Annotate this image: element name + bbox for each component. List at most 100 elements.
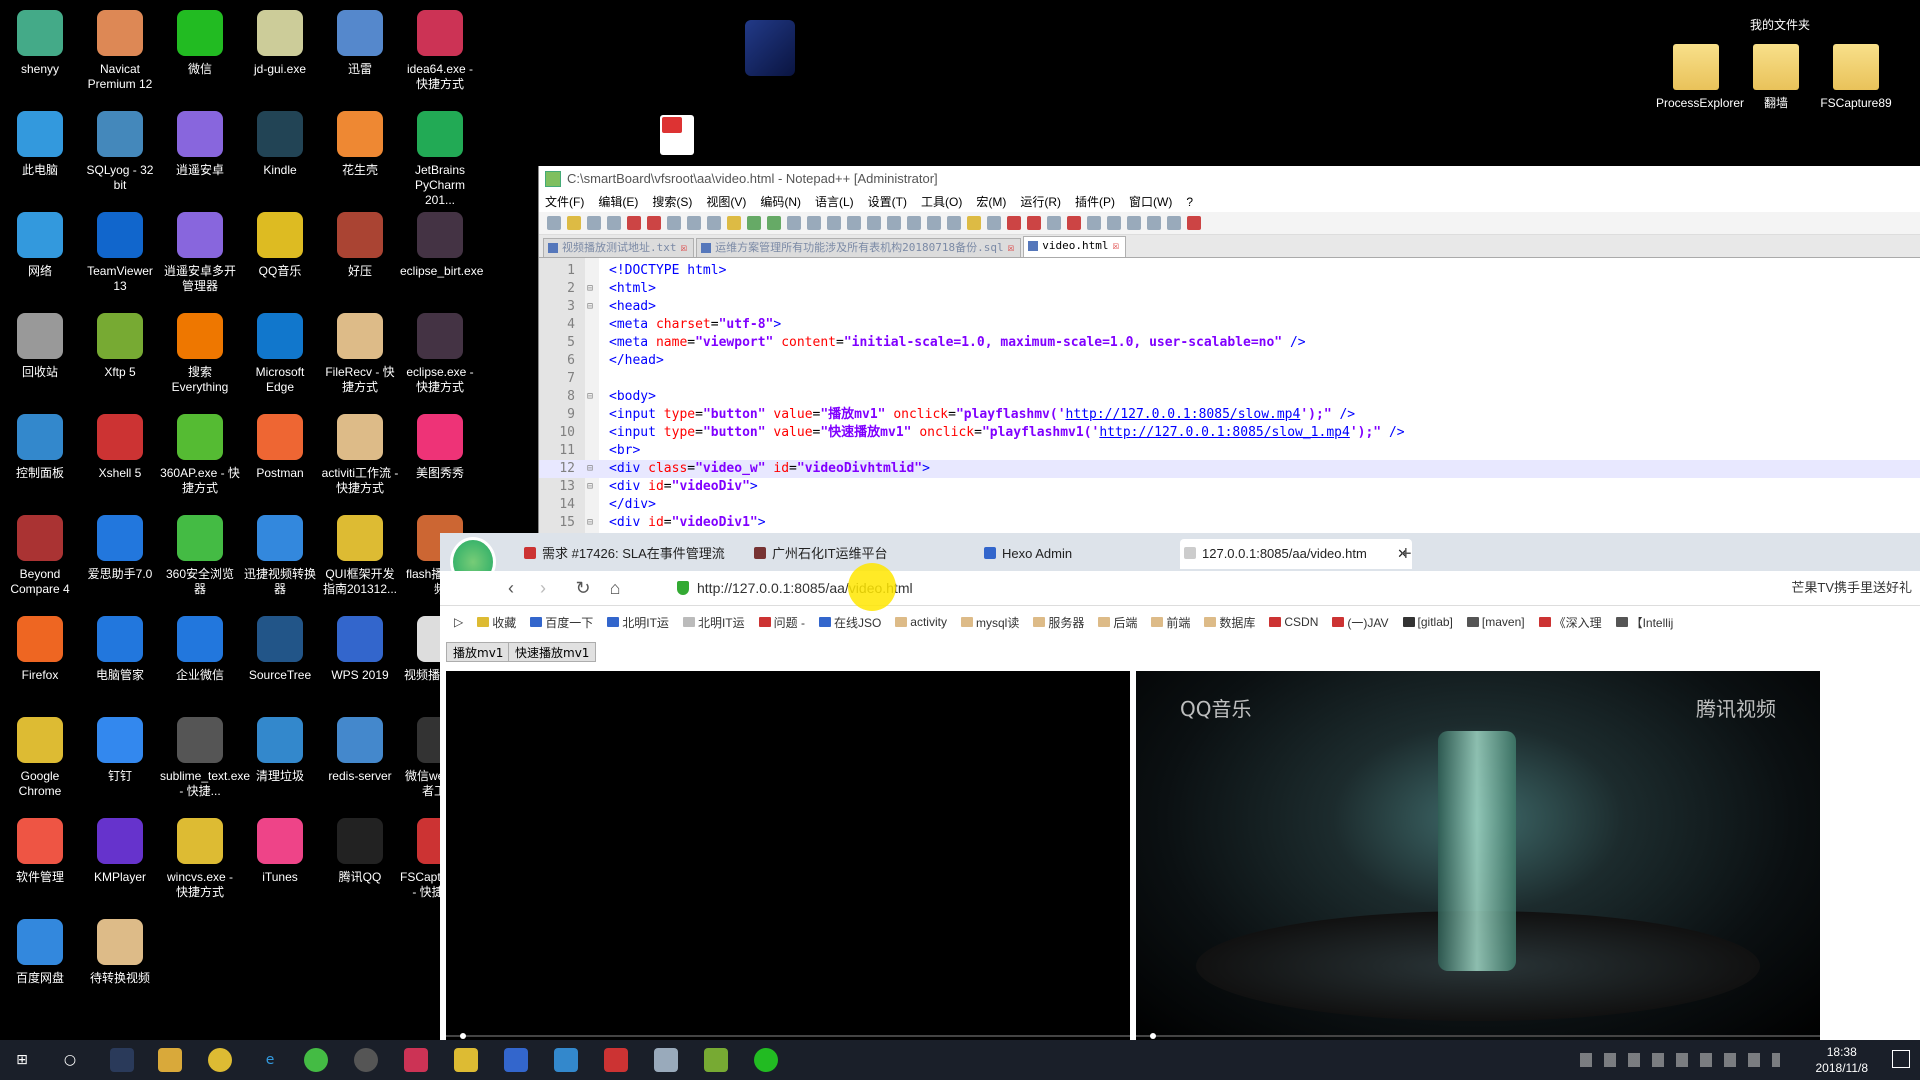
menu-item[interactable]: 视图(V) xyxy=(706,195,746,209)
desktop-icon[interactable]: 软件管理 xyxy=(0,818,80,885)
desktop-icon[interactable]: 爱思助手7.0 xyxy=(80,515,160,582)
reload-icon[interactable]: ↻ xyxy=(572,577,594,599)
desktop-icon[interactable]: 网络 xyxy=(0,212,80,279)
360-browser-icon[interactable] xyxy=(304,1048,328,1072)
desktop-icon[interactable]: 花生壳 xyxy=(320,111,400,178)
fold-toggle-icon[interactable]: ⊟ xyxy=(587,388,593,406)
sync-h-icon[interactable] xyxy=(887,216,901,230)
nav-promo-text[interactable]: 芒果TV携手里送好礼 xyxy=(1791,577,1912,599)
bookmark-item[interactable]: 百度一下 xyxy=(530,614,593,631)
notepadpp-icon[interactable] xyxy=(704,1048,728,1072)
video-progress-bar[interactable] xyxy=(446,1035,1130,1037)
menu-item[interactable]: 编辑(E) xyxy=(598,195,638,209)
desktop-icon[interactable]: 腾讯QQ xyxy=(320,818,400,885)
desktop-icon[interactable]: wincvs.exe - 快捷方式 xyxy=(160,818,240,900)
forward-icon[interactable]: › xyxy=(532,577,554,599)
code-line[interactable]: 13 ⊟ <div id="videoDiv"> xyxy=(539,478,1920,496)
video-player-left[interactable] xyxy=(446,671,1130,1041)
bookmark-item[interactable]: 前端 xyxy=(1151,614,1190,631)
bookmark-item[interactable]: 收藏 xyxy=(477,614,516,631)
desktop-icon[interactable]: 搜索 Everything xyxy=(160,313,240,395)
desktop-icon[interactable]: activiti工作流 - 快捷方式 xyxy=(320,414,400,496)
menu-item[interactable]: 插件(P) xyxy=(1075,195,1115,209)
udl-icon[interactable] xyxy=(967,216,981,230)
file-explorer-icon[interactable] xyxy=(158,1048,182,1072)
desktop-icon[interactable]: redis-server xyxy=(320,717,400,784)
play-macro-icon[interactable] xyxy=(1107,216,1121,230)
bookmark-item[interactable]: mysql读 xyxy=(960,614,1019,631)
wechat-icon[interactable] xyxy=(754,1048,778,1072)
code-line[interactable]: 10 <input type="button" value="快速播放mv1" o… xyxy=(539,424,1920,442)
desktop-icon[interactable]: 微信 xyxy=(160,10,240,77)
notification-icon[interactable] xyxy=(1892,1050,1910,1068)
save-macro-icon[interactable] xyxy=(1147,216,1161,230)
code-line[interactable]: 9 <input type="button" value="播放mv1" oncl… xyxy=(539,406,1920,424)
bookmark-item[interactable]: 服务器 xyxy=(1033,614,1084,631)
desktop-icon[interactable]: 逍遥安卓多开管理器 xyxy=(160,212,240,294)
stop-macro-icon[interactable] xyxy=(1087,216,1101,230)
open-file-icon[interactable] xyxy=(567,216,581,230)
code-line[interactable]: 15 ⊟ <div id="videoDiv1"> xyxy=(539,514,1920,532)
desktop-icon[interactable]: Kindle xyxy=(240,111,320,178)
folder-workspace-icon[interactable] xyxy=(1027,216,1041,230)
desktop-icon[interactable]: WPS 2019 xyxy=(320,616,400,683)
home-icon[interactable]: ⌂ xyxy=(604,577,626,599)
replace-icon[interactable] xyxy=(807,216,821,230)
notepadpp-titlebar[interactable]: C:\smartBoard\vfsroot\aa\video.html - No… xyxy=(539,166,1920,192)
zoom-in-icon[interactable] xyxy=(827,216,841,230)
code-line[interactable]: 4 <meta charset="utf-8"> xyxy=(539,316,1920,334)
bookmark-item[interactable]: CSDN xyxy=(1269,615,1318,629)
chrome-icon[interactable] xyxy=(208,1048,232,1072)
play-multi-macro-icon[interactable] xyxy=(1127,216,1141,230)
folder-processexplorer[interactable]: ProcessExplorer xyxy=(1656,44,1744,111)
fast-play-mv1-button[interactable]: 快速播放mv1 xyxy=(508,642,597,662)
edge-icon[interactable]: e xyxy=(258,1048,282,1072)
close-tab-icon[interactable]: ☒ xyxy=(1008,241,1015,254)
wrap-icon[interactable] xyxy=(907,216,921,230)
intellij-icon[interactable] xyxy=(404,1048,428,1072)
address-bar[interactable]: http://127.0.0.1:8085/aa/video.html xyxy=(675,577,1697,599)
menu-item[interactable]: 编码(N) xyxy=(760,195,801,209)
bookmark-item[interactable]: 后端 xyxy=(1098,614,1137,631)
menu-item[interactable]: 搜索(S) xyxy=(652,195,692,209)
desktop-icon[interactable]: 美图秀秀 xyxy=(400,414,480,481)
desktop-icon[interactable]: Xftp 5 xyxy=(80,313,160,380)
taskbar-app-icon[interactable] xyxy=(454,1048,478,1072)
desktop-icon[interactable]: KMPlayer xyxy=(80,818,160,885)
fold-toggle-icon[interactable]: ⊟ xyxy=(587,514,593,532)
sync-v-icon[interactable] xyxy=(867,216,881,230)
close-tab-icon[interactable]: ☒ xyxy=(681,241,688,254)
bookmark-item[interactable]: 问题 - xyxy=(758,614,805,631)
desktop-icon[interactable]: FileRecv - 快捷方式 xyxy=(320,313,400,395)
menu-item[interactable]: 运行(R) xyxy=(1020,195,1061,209)
tab-sla-requirement[interactable]: 需求 #17426: SLA在事件管理流 xyxy=(520,539,762,569)
bookmark-item[interactable]: activity xyxy=(895,615,947,629)
code-line[interactable]: 8 ⊟ <body> xyxy=(539,388,1920,406)
close-tab-icon[interactable]: ☒ xyxy=(1112,239,1119,252)
desktop-icon[interactable]: jd-gui.exe xyxy=(240,10,320,77)
code-line[interactable]: 14 </div> xyxy=(539,496,1920,514)
menu-item[interactable]: 设置(T) xyxy=(868,195,907,209)
notepadpp-window[interactable]: C:\smartBoard\vfsroot\aa\video.html - No… xyxy=(538,166,1920,536)
folder-fscapture89[interactable]: FSCapture89 xyxy=(1816,44,1896,111)
fold-toggle-icon[interactable]: ⊟ xyxy=(587,280,593,298)
desktop-icon[interactable]: 清理垃圾 xyxy=(240,717,320,784)
redo-icon[interactable] xyxy=(767,216,781,230)
bookmark-item[interactable]: (一)JAV xyxy=(1332,614,1389,631)
undo-icon[interactable] xyxy=(747,216,761,230)
desktop-icon[interactable]: QQ音乐 xyxy=(240,212,320,279)
desktop-icon[interactable]: Navicat Premium 12 xyxy=(80,10,160,92)
video-progress-knob[interactable] xyxy=(460,1033,466,1039)
desktop-icon[interactable]: Microsoft Edge xyxy=(240,313,320,395)
close-icon[interactable] xyxy=(627,216,641,230)
sidebar-toggle-icon[interactable]: ▷ xyxy=(454,615,463,629)
tab-video-test-txt[interactable]: 视频播放测试地址.txt ☒ xyxy=(543,238,695,257)
taskbar-app-icon[interactable] xyxy=(504,1048,528,1072)
menu-item[interactable]: 窗口(W) xyxy=(1129,195,1172,209)
save-icon[interactable] xyxy=(587,216,601,230)
find-icon[interactable] xyxy=(787,216,801,230)
desktop-icon[interactable]: 控制面板 xyxy=(0,414,80,481)
tab-video-html[interactable]: video.html ☒ xyxy=(1023,236,1127,257)
desktop-icon[interactable]: Postman xyxy=(240,414,320,481)
folder-fanqiang[interactable]: 翻墙 xyxy=(1736,44,1816,111)
